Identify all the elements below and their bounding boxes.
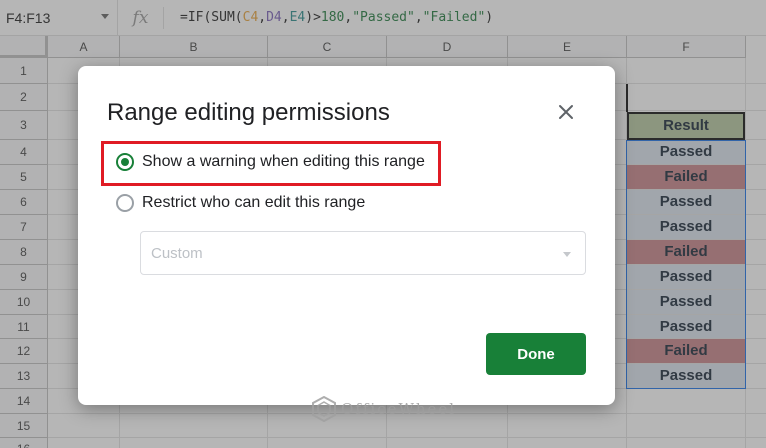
dialog-title: Range editing permissions — [107, 99, 390, 126]
radio-unchecked-icon[interactable] — [116, 194, 134, 212]
watermark: OfficeWheel — [311, 396, 456, 422]
option-show-warning-label: Show a warning when editing this range — [142, 153, 425, 170]
option-restrict[interactable]: Restrict who can edit this range — [116, 194, 365, 212]
option-show-warning[interactable]: Show a warning when editing this range — [116, 153, 425, 171]
range-permissions-dialog: Range editing permissions Show a warning… — [78, 66, 615, 405]
permission-select-value: Custom — [151, 244, 203, 262]
officewheel-logo-icon — [312, 396, 336, 422]
done-button[interactable]: Done — [486, 333, 586, 375]
watermark-text: OfficeWheel — [341, 400, 457, 418]
option-restrict-label: Restrict who can edit this range — [142, 194, 366, 211]
permission-select[interactable]: Custom — [140, 231, 586, 275]
chevron-down-icon — [563, 252, 571, 257]
radio-checked-icon[interactable] — [116, 153, 134, 171]
close-icon[interactable] — [555, 101, 577, 123]
